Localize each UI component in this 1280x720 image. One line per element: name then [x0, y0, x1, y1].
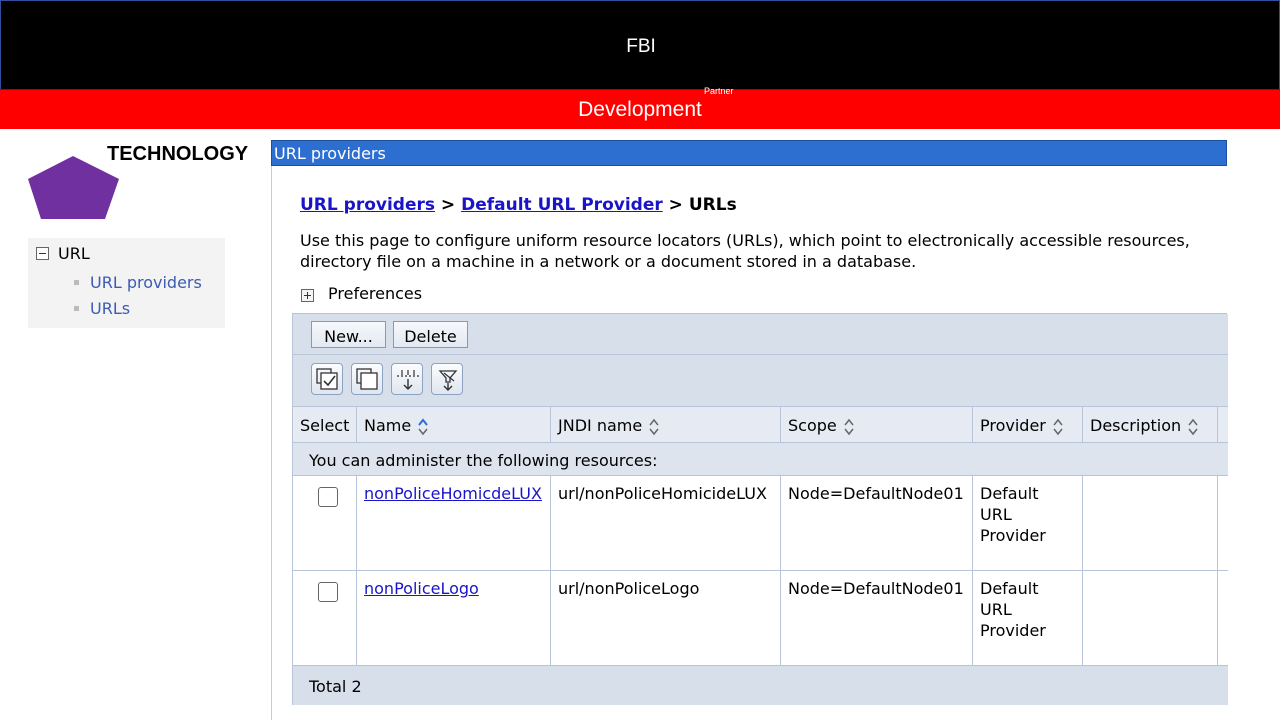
- description-line: Use this page to configure uniform resou…: [300, 231, 1190, 250]
- icon-toolbar: [293, 355, 1228, 407]
- panel-title-bar: URL providers: [271, 140, 1227, 166]
- table-row-name-cell: nonPoliceLogo: [357, 571, 551, 666]
- column-header-overflow: [1218, 407, 1228, 443]
- column-header-provider[interactable]: Provider: [973, 407, 1083, 443]
- tree-root-url[interactable]: URL: [58, 244, 90, 263]
- breadcrumb-separator: >: [435, 195, 462, 215]
- column-header-label: Select: [300, 416, 350, 435]
- column-header-label: JNDI name: [558, 416, 643, 435]
- expand-icon[interactable]: [301, 289, 314, 302]
- provider-line: Default: [980, 579, 1039, 598]
- brand-label: TECHNOLOGY: [107, 143, 249, 165]
- table-row-description-cell: [1083, 476, 1218, 571]
- top-banner: FBI: [0, 0, 1280, 90]
- table-row-provider-cell: Default URL Provider: [973, 476, 1083, 571]
- provider-line: Provider: [980, 621, 1046, 640]
- description-line: directory file on a machine in a network…: [300, 252, 917, 271]
- table-row-name-cell: nonPoliceHomicdeLUX: [357, 476, 551, 571]
- sort-icon[interactable]: [417, 417, 429, 437]
- provider-line: URL: [980, 600, 1012, 619]
- table-row-overflow-cell: [1218, 476, 1228, 571]
- sort-icon[interactable]: [1052, 417, 1064, 437]
- row-checkbox[interactable]: [318, 487, 338, 507]
- column-header-label: Scope: [788, 416, 837, 435]
- banner-subtitle: Development: [578, 98, 702, 121]
- sort-icon[interactable]: [648, 417, 660, 437]
- column-header-label: Name: [364, 416, 412, 435]
- admin-notice: You can administer the following resourc…: [293, 443, 1228, 476]
- subtitle-banner: Development: [0, 89, 1280, 129]
- filter-icon[interactable]: [391, 363, 423, 395]
- table-row-select-cell: [293, 476, 357, 571]
- table-row-jndi-cell: url/nonPoliceLogo: [551, 571, 781, 666]
- resource-name-link[interactable]: nonPoliceLogo: [364, 579, 479, 598]
- banner-title: FBI: [626, 36, 656, 57]
- sort-icon[interactable]: [1187, 417, 1199, 437]
- new-button[interactable]: New...: [311, 321, 386, 348]
- collapse-icon[interactable]: [36, 247, 49, 260]
- sort-icon[interactable]: [843, 417, 855, 437]
- row-checkbox[interactable]: [318, 582, 338, 602]
- button-toolbar: New... Delete: [293, 314, 1228, 355]
- page-description: Use this page to configure uniform resou…: [300, 230, 1227, 272]
- table-row-scope-cell: Node=DefaultNode01: [781, 571, 973, 666]
- breadcrumb-separator: >: [662, 195, 689, 215]
- breadcrumb-link-default-provider[interactable]: Default URL Provider: [461, 195, 663, 215]
- sidebar-item-urls[interactable]: URLs: [90, 299, 130, 318]
- column-header-jndi-name[interactable]: JNDI name: [551, 407, 781, 443]
- delete-button[interactable]: Delete: [393, 321, 468, 348]
- column-header-description[interactable]: Description: [1083, 407, 1218, 443]
- preferences-label[interactable]: Preferences: [328, 284, 422, 303]
- partner-tag: Partner: [704, 86, 734, 96]
- deselect-all-icon[interactable]: [351, 363, 383, 395]
- clear-filter-icon[interactable]: [431, 363, 463, 395]
- column-header-label: Provider: [980, 416, 1046, 435]
- breadcrumb: URL providers > Default URL Provider > U…: [300, 195, 737, 215]
- sidebar-nav: URL URL providers URLs: [28, 238, 225, 328]
- column-header-label: Description: [1090, 416, 1182, 435]
- select-all-icon[interactable]: [311, 363, 343, 395]
- panel-divider: [271, 140, 272, 720]
- column-header-name[interactable]: Name: [357, 407, 551, 443]
- table-row-select-cell: [293, 571, 357, 666]
- provider-line: Default: [980, 484, 1039, 503]
- breadcrumb-link-url-providers[interactable]: URL providers: [300, 195, 435, 215]
- table-row-jndi-cell: url/nonPoliceHomicideLUX: [551, 476, 781, 571]
- bullet-icon: [74, 280, 79, 285]
- table-row-overflow-cell: [1218, 571, 1228, 666]
- breadcrumb-current: URLs: [688, 195, 737, 215]
- bullet-icon: [74, 306, 79, 311]
- provider-line: URL: [980, 505, 1012, 524]
- resource-name-link[interactable]: nonPoliceHomicdeLUX: [364, 484, 542, 503]
- resource-table: New... Delete Select Name JNDI name Scop…: [292, 313, 1228, 705]
- sidebar-item-url-providers[interactable]: URL providers: [90, 273, 202, 292]
- table-total: Total 2: [293, 666, 1228, 705]
- column-header-scope[interactable]: Scope: [781, 407, 973, 443]
- table-row-description-cell: [1083, 571, 1218, 666]
- provider-line: Provider: [980, 526, 1046, 545]
- column-header-select: Select: [293, 407, 357, 443]
- panel-title: URL providers: [274, 144, 386, 163]
- table-row-provider-cell: Default URL Provider: [973, 571, 1083, 666]
- table-row-scope-cell: Node=DefaultNode01: [781, 476, 973, 571]
